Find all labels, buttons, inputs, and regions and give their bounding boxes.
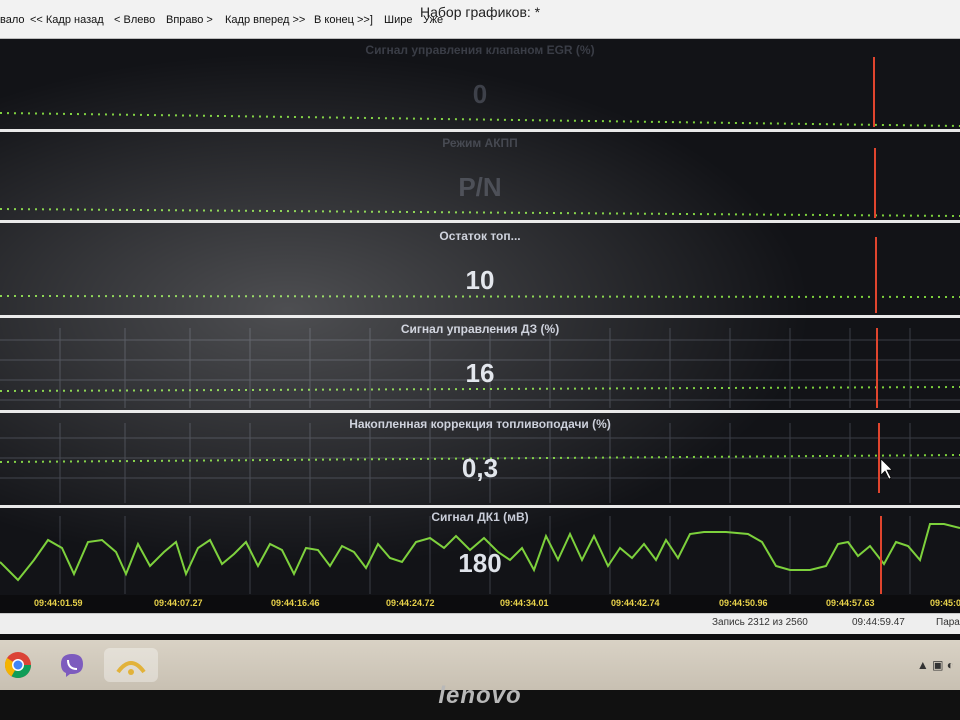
chart-egr: Сигнал управления клапаном EGR (%) 0 xyxy=(0,39,960,132)
time-tick: 09:44:07.27 xyxy=(154,598,203,608)
toolbar-button-frame-forward[interactable]: Кадр вперед >> xyxy=(225,14,305,26)
chart-transmission-value: P/N xyxy=(458,172,502,202)
time-tick: 09:44:57.63 xyxy=(826,598,875,608)
chart-fuel-trim-title: Накопленная коррекция топливоподачи (%) xyxy=(349,417,611,431)
toolbar-button-end[interactable]: В конец >>] xyxy=(314,14,373,26)
chart-egr-value: 0 xyxy=(472,79,488,109)
toolbar-button-frame-back[interactable]: << Кадр назад xyxy=(30,14,104,26)
chart-throttle-value: 16 xyxy=(465,358,495,388)
time-tick: 09:45:0 xyxy=(930,598,960,608)
param-label[interactable]: Пара xyxy=(936,617,960,628)
status-bar: Запись 2312 из 2560 09:44:59.47 Пара xyxy=(0,613,960,634)
chrome-icon[interactable] xyxy=(0,648,36,682)
time-tick: 09:44:50.96 xyxy=(719,598,768,608)
chart-throttle: Сигнал управления ДЗ (%) 16 xyxy=(0,318,960,413)
viber-icon[interactable] xyxy=(54,648,90,682)
chart-o2-value: 180 xyxy=(458,548,502,578)
time-tick: 09:44:01.59 xyxy=(34,598,83,608)
chart-fuel-line xyxy=(0,295,960,298)
time-axis: 09:44:01.59 09:44:07.27 09:44:16.46 09:4… xyxy=(0,595,960,613)
record-counter: Запись 2312 из 2560 xyxy=(712,617,808,628)
tray-icons[interactable]: ▲ ▣ ◐ xyxy=(917,658,954,672)
chart-o2-title: Сигнал ДК1 (мВ) xyxy=(431,510,529,524)
chart-egr-line xyxy=(0,112,960,127)
chart-throttle-title: Сигнал управления ДЗ (%) xyxy=(400,322,560,336)
time-tick: 09:44:24.72 xyxy=(386,598,435,608)
chart-transmission-mode: Режим АКПП P/N xyxy=(0,132,960,223)
time-tick: 09:44:34.01 xyxy=(500,598,549,608)
chart-egr-title: Сигнал управления клапаном EGR (%) xyxy=(365,43,595,57)
screen: вало << Кадр назад < Влево Вправо > Кадр… xyxy=(0,0,960,690)
chart-fuel-level: Остаток топ... 10 xyxy=(0,223,960,318)
lenovo-logo: lenovo xyxy=(438,682,522,709)
app-icon[interactable] xyxy=(104,648,158,682)
chart-fuel-value: 10 xyxy=(465,265,495,295)
toolbar-button-right[interactable]: Вправо > xyxy=(166,14,213,26)
current-time: 09:44:59.47 xyxy=(852,617,905,628)
chart-transmission-line xyxy=(0,208,960,217)
chart-fuel-title: Остаток топ... xyxy=(439,229,521,243)
time-tick: 09:44:16.46 xyxy=(271,598,320,608)
time-tick: 09:44:42.74 xyxy=(611,598,660,608)
chart-transmission-title: Режим АКПП xyxy=(442,136,518,150)
toolbar-button-wider[interactable]: Шире xyxy=(384,14,412,26)
toolbar-button-start[interactable]: вало xyxy=(0,14,25,26)
chart-fuel-trim: Накопленная коррекция топливоподачи (%) … xyxy=(0,413,960,508)
toolbar: вало << Кадр назад < Влево Вправо > Кадр… xyxy=(0,0,960,39)
toolbar-button-left[interactable]: < Влево xyxy=(114,14,155,26)
window-title: Набор графиков: * xyxy=(420,4,541,20)
chart-o2-sensor: Сигнал ДК1 (мВ) 180 xyxy=(0,508,960,595)
chart-fuel-trim-value: 0,3 xyxy=(461,453,499,483)
